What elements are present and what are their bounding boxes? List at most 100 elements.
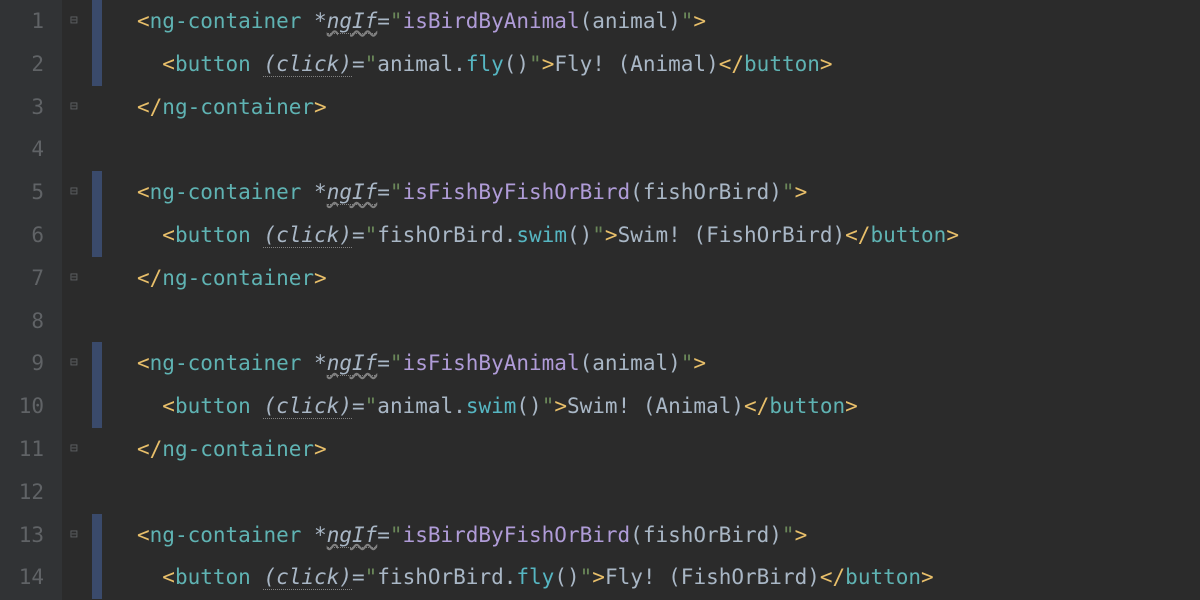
code-token: =: [352, 223, 365, 247]
code-token: (click): [263, 223, 352, 248]
code-line[interactable]: [137, 300, 1200, 343]
code-line[interactable]: <button (click)="fishOrBird.swim()">Swim…: [137, 214, 1200, 257]
code-token: >: [314, 266, 327, 290]
code-token: <: [162, 565, 175, 589]
fold-open-icon[interactable]: ⊟: [70, 357, 82, 369]
code-line[interactable]: <ng-container *ngIf="isBirdByAnimal(anim…: [137, 0, 1200, 43]
code-line[interactable]: <ng-container *ngIf="isFishByAnimal(anim…: [137, 342, 1200, 385]
fold-open-icon[interactable]: ⊟: [70, 186, 82, 198]
code-token: ): [668, 351, 681, 375]
code-line[interactable]: </ng-container>: [137, 428, 1200, 471]
fold-close-icon[interactable]: ⊟: [70, 101, 82, 113]
code-token: >: [592, 565, 605, 589]
line-number: 11: [0, 428, 44, 471]
code-line[interactable]: <button (click)="fishOrBird.fly()">Fly! …: [137, 556, 1200, 599]
code-token: ng-container: [162, 437, 314, 461]
code-token: >: [693, 9, 706, 33]
code-token: .: [504, 565, 517, 589]
code-token: Fly! (Animal): [554, 52, 718, 76]
code-token: animal: [377, 52, 453, 76]
indent-guide-bar: [92, 0, 102, 86]
code-token: ": [365, 223, 378, 247]
code-token: >: [820, 52, 833, 76]
code-token: fly: [466, 52, 504, 76]
code-token: [137, 223, 162, 247]
code-line[interactable]: </ng-container>: [137, 86, 1200, 129]
code-token: isFishByAnimal: [403, 351, 580, 375]
code-token: ": [529, 52, 542, 76]
code-token: (): [554, 565, 579, 589]
code-token: ng-container: [150, 9, 314, 33]
code-token: [137, 52, 162, 76]
code-token: (: [580, 9, 593, 33]
fold-column[interactable]: ⊟ ⊟ ⊟ ⊟ ⊟ ⊟ ⊟: [62, 0, 92, 600]
code-token: </: [845, 223, 870, 247]
code-line[interactable]: <button (click)="animal.fly()">Fly! (Ani…: [137, 43, 1200, 86]
code-token: (): [516, 394, 541, 418]
code-token: .: [453, 394, 466, 418]
code-token: button: [769, 394, 845, 418]
fold-open-icon[interactable]: ⊟: [70, 15, 82, 27]
code-line[interactable]: <button (click)="animal.swim()">Swim! (A…: [137, 385, 1200, 428]
code-token: ": [681, 9, 694, 33]
code-token: >: [542, 52, 555, 76]
code-token: >: [795, 180, 808, 204]
line-number: 8: [0, 300, 44, 343]
code-token: </: [137, 95, 162, 119]
indent-guide-bar: [92, 514, 102, 600]
code-token: isBirdByAnimal: [403, 9, 580, 33]
code-token: >: [554, 394, 567, 418]
code-line[interactable]: [137, 128, 1200, 171]
code-token: (): [504, 52, 529, 76]
code-token: ": [365, 394, 378, 418]
code-line[interactable]: [137, 471, 1200, 514]
code-token: *: [314, 180, 327, 204]
code-token: button: [175, 394, 264, 418]
code-token: Swim! (Animal): [567, 394, 744, 418]
code-token: >: [921, 565, 934, 589]
code-token: [137, 565, 162, 589]
code-line[interactable]: </ng-container>: [137, 257, 1200, 300]
code-token: ): [769, 180, 782, 204]
line-number: 4: [0, 128, 44, 171]
code-token: ": [782, 180, 795, 204]
code-token: button: [870, 223, 946, 247]
code-token: ): [668, 9, 681, 33]
code-token: </: [744, 394, 769, 418]
fold-open-icon[interactable]: ⊟: [70, 529, 82, 541]
code-token: ng-container: [150, 351, 314, 375]
code-token: (click): [263, 52, 352, 77]
code-token: ": [542, 394, 555, 418]
code-token: </: [137, 266, 162, 290]
code-token: </: [719, 52, 744, 76]
code-token: <: [162, 394, 175, 418]
code-token: (: [630, 180, 643, 204]
fold-close-icon[interactable]: ⊟: [70, 443, 82, 455]
code-token: ): [769, 523, 782, 547]
code-token: >: [795, 523, 808, 547]
code-token: button: [175, 223, 264, 247]
line-number: 3: [0, 86, 44, 129]
code-token: >: [946, 223, 959, 247]
fold-close-icon[interactable]: ⊟: [70, 272, 82, 284]
code-line[interactable]: <ng-container *ngIf="isFishByFishOrBird(…: [137, 171, 1200, 214]
code-token: =: [352, 52, 365, 76]
code-token: ": [365, 52, 378, 76]
line-number: 13: [0, 514, 44, 557]
code-token: fly: [516, 565, 554, 589]
code-editor[interactable]: 1234567891011121314 ⊟⊟⊟⊟⊟⊟⊟ <ng-containe…: [0, 0, 1200, 600]
code-token: animal: [592, 9, 668, 33]
code-token: =: [377, 180, 390, 204]
code-token: =: [352, 565, 365, 589]
code-token: button: [175, 52, 264, 76]
code-token: (click): [263, 394, 352, 419]
code-line[interactable]: <ng-container *ngIf="isBirdByFishOrBird(…: [137, 514, 1200, 557]
code-token: isBirdByFishOrBird: [403, 523, 631, 547]
code-token: >: [845, 394, 858, 418]
code-token: <: [162, 52, 175, 76]
code-token: ": [592, 223, 605, 247]
code-area[interactable]: <ng-container *ngIf="isBirdByAnimal(anim…: [137, 0, 1200, 600]
code-token: fishOrBird: [643, 523, 769, 547]
code-token: swim: [466, 394, 517, 418]
code-token: ng-container: [162, 266, 314, 290]
